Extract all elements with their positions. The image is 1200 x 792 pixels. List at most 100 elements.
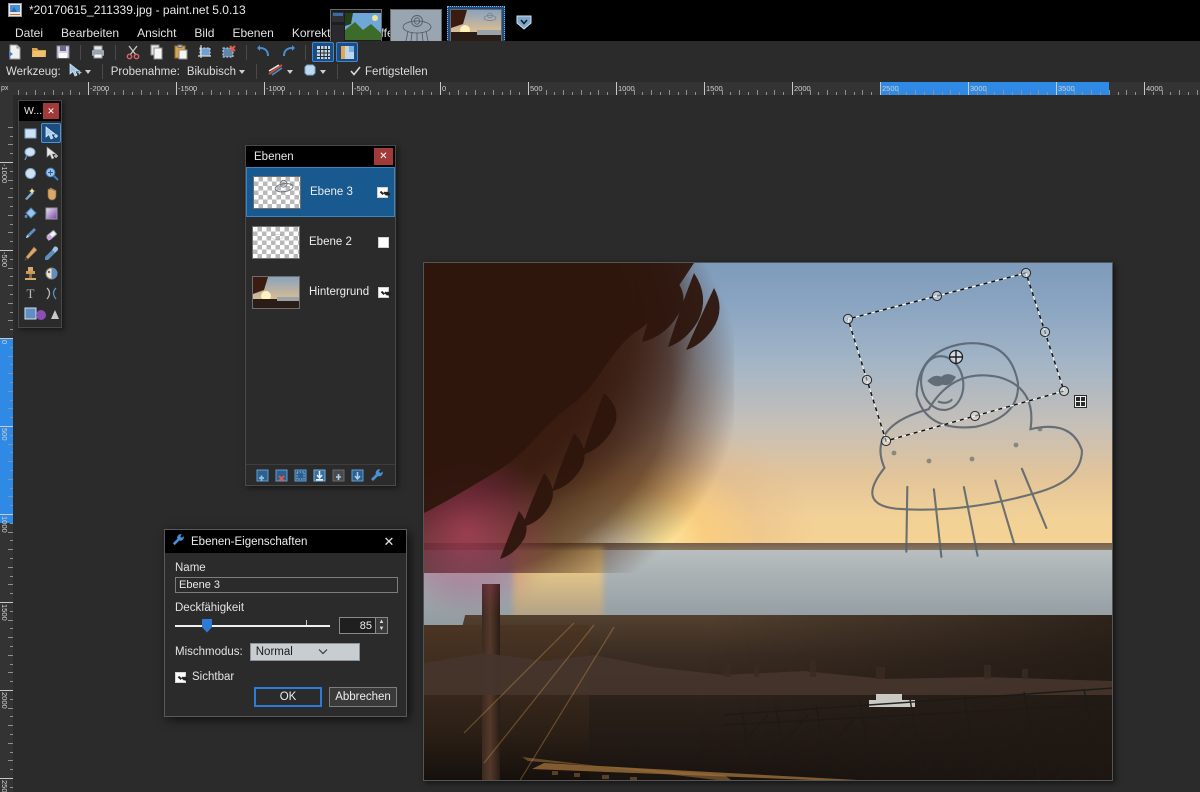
spinner-down-icon[interactable]: ▼ [376,626,387,634]
layers-panel-title-bar: Ebenen ✕ [246,146,395,167]
open-button[interactable] [28,42,50,62]
visible-row[interactable]: Sichtbar [175,671,396,683]
copy-button[interactable] [146,42,168,62]
move-layer-down-button[interactable] [349,467,366,484]
tool-move-selected-pixels[interactable] [41,123,61,143]
toolbar-separator [337,64,338,79]
tool-color-picker[interactable] [41,243,61,263]
opacity-slider[interactable] [175,619,330,633]
tool-ellipse-select[interactable] [20,163,40,183]
redo-button[interactable] [277,42,299,62]
menu-datei[interactable]: Datei [6,23,52,43]
doc-tab-screenshot[interactable] [327,6,385,44]
ok-button[interactable]: OK [254,687,322,707]
spinner-up-icon[interactable]: ▲ [376,618,387,626]
toolbar-separator [80,45,81,60]
tool-recolor[interactable] [41,263,61,283]
toggle-tool-windows-button[interactable] [336,42,358,62]
move-nub-icon[interactable] [1074,395,1087,408]
tool-pan[interactable] [41,183,61,203]
rotated-selection-marquee[interactable] [424,263,1113,781]
tool-text[interactable]: T [20,283,40,303]
tool-shapes[interactable] [20,303,61,323]
layer-name-input[interactable] [175,577,398,593]
save-button[interactable] [52,42,74,62]
menu-ansicht[interactable]: Ansicht [128,23,185,43]
move-layer-up-button[interactable] [330,467,347,484]
print-button[interactable] [87,42,109,62]
name-label: Name [175,562,396,574]
tool-gradient[interactable] [41,203,61,223]
sampling-label: Probenahme: [111,66,180,78]
blend-mode-dropdown[interactable] [265,62,296,81]
add-layer-button[interactable] [254,467,271,484]
new-button[interactable] [4,42,26,62]
tool-clone-stamp[interactable] [20,263,40,283]
tool-rectangle-select[interactable] [20,123,40,143]
duplicate-layer-button[interactable] [292,467,309,484]
crop-to-selection-button[interactable] [194,42,216,62]
doc-tab-sunset-photo[interactable] [447,6,505,44]
tool-options-bar: Werkzeug: Probenahme: Bikubisch [0,62,1200,81]
menu-bild[interactable]: Bild [185,23,223,43]
tool-eraser[interactable] [41,223,61,243]
delete-layer-button[interactable] [273,467,290,484]
ruler-unit-label[interactable]: px [0,82,13,95]
ruler-tick [88,82,89,95]
horizontal-ruler[interactable]: -2000-1500-1000-500050010001500200025003… [0,82,1200,95]
ruler-tick [616,82,617,95]
layer-row-ebene-2[interactable]: Ebene 2 [246,217,395,267]
opacity-spinner[interactable]: 85 ▲ ▼ [339,617,388,634]
tool-paint-bucket[interactable] [20,203,40,223]
blend-mode-select[interactable]: Normal [250,643,360,661]
cut-button[interactable] [122,42,144,62]
ruler-label: 2000 [794,84,811,93]
toggle-pixel-grid-button[interactable] [312,42,334,62]
menu-ansicht-label: Ansicht [137,26,176,40]
tool-move-selection[interactable] [41,143,61,163]
toolbar-separator [305,45,306,60]
cancel-button[interactable]: Abbrechen [329,687,397,707]
sampling-dropdown[interactable]: Bikubisch [184,65,248,79]
tool-selector-dropdown[interactable] [65,62,94,81]
tool-pencil[interactable] [20,243,40,263]
visible-checkbox[interactable] [175,672,186,683]
layer-visibility-checkbox[interactable] [378,237,389,248]
paste-button[interactable] [170,42,192,62]
sunset-riverside-photo[interactable] [423,262,1113,781]
tool-paintbrush[interactable] [20,223,40,243]
menu-bearbeiten-label: Bearbeiten [61,26,119,40]
merge-down-button[interactable] [311,467,328,484]
ruler-tick [968,82,969,95]
layer-visibility-checkbox[interactable] [377,187,388,198]
deselect-all-button[interactable] [218,42,240,62]
doc-tab-ufo-drawing[interactable] [387,6,445,44]
finish-button[interactable]: Fertigstellen [346,63,431,81]
move-crosshair-icon [950,351,963,364]
menu-ebenen[interactable]: Ebenen [223,23,282,43]
visible-label: Sichtbar [192,671,234,683]
blend-mode-value: Normal [256,646,319,658]
layer-row-hintergrund[interactable]: Hintergrund [246,267,395,317]
slider-thumb[interactable] [202,619,212,633]
undo-button[interactable] [253,42,275,62]
close-icon[interactable]: ✕ [374,148,393,165]
close-icon[interactable]: ✕ [378,531,400,552]
ruler-tick [440,82,441,95]
tool-lasso-select[interactable] [20,143,40,163]
chevron-down-icon[interactable] [515,13,533,31]
tool-line-curve[interactable] [41,283,61,303]
layer-visibility-checkbox[interactable] [378,287,389,298]
layer-properties-dialog: Ebenen-Eigenschaften ✕ Name Deckfähigkei… [164,529,407,717]
menu-bearbeiten[interactable]: Bearbeiten [52,23,128,43]
dialog-body: Name Deckfähigkeit 85 ▲ ▼ Misc [165,553,406,683]
layer-properties-button[interactable] [368,467,385,484]
tool-magic-wand[interactable] [20,183,40,203]
doc-tab-screenshot-thumbnail [330,9,382,42]
layer-row-ebene-3[interactable]: Ebene 3 [246,167,395,217]
tool-zoom[interactable] [41,163,61,183]
vertical-ruler[interactable]: -1000-50005001000150020002500 [0,82,13,792]
layers-panel-title: Ebenen [254,151,294,163]
close-icon[interactable]: ✕ [43,103,59,119]
antialiasing-dropdown[interactable] [300,62,329,81]
